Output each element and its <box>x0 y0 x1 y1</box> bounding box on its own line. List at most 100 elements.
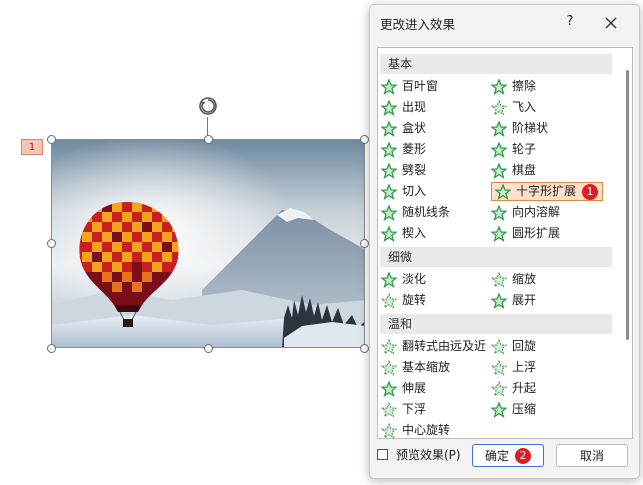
effect-item-label: 淡化 <box>402 272 427 286</box>
effect-item[interactable]: 展开 <box>491 291 536 310</box>
effect-item[interactable]: 出现 <box>381 98 426 117</box>
resize-handle-left[interactable] <box>47 239 56 248</box>
faded-star-effect-icon <box>491 271 507 288</box>
faded-star-effect-icon <box>491 338 507 355</box>
hot-air-balloon-photo[interactable] <box>51 139 365 348</box>
effect-list[interactable]: 基本百叶窗 擦除出现 飞入盒状 阶梯状菱形 轮子劈裂 棋盘切入 十字形扩展 1 随机线条 向内溶解… <box>377 47 633 439</box>
faded-star-effect-icon <box>491 380 507 397</box>
effect-item-label: 压缩 <box>512 402 537 416</box>
effect-item-label: 擦除 <box>512 79 537 93</box>
effect-item-label: 缩放 <box>512 272 537 286</box>
green-star-effect-icon <box>491 78 507 95</box>
green-star-effect-icon <box>491 141 507 158</box>
green-star-effect-icon <box>491 292 507 309</box>
list-scrollbar[interactable] <box>626 70 629 340</box>
effect-item-label: 展开 <box>512 293 537 307</box>
effect-item-label: 圆形扩展 <box>512 226 561 240</box>
effect-item-label: 菱形 <box>402 142 427 156</box>
effect-item-label: 飞入 <box>512 100 537 114</box>
effect-item[interactable]: 下浮 <box>381 400 426 419</box>
effect-item[interactable]: 翻转式由远及近 <box>381 337 486 356</box>
preview-effect-option[interactable]: 预览效果(P) <box>377 446 461 463</box>
effect-item[interactable]: 中心旋转 <box>381 421 450 438</box>
faded-star-effect-icon <box>381 401 397 418</box>
effect-item-label: 上浮 <box>512 360 537 374</box>
effect-item-label: 旋转 <box>402 293 427 307</box>
green-star-effect-icon <box>381 225 397 242</box>
resize-handle-bottom-right[interactable] <box>360 344 369 353</box>
effect-item-label: 随机线条 <box>402 205 451 219</box>
effect-item-label: 阶梯状 <box>512 121 549 135</box>
effect-item-label: 轮子 <box>512 142 537 156</box>
effect-item[interactable]: 楔入 <box>381 224 426 243</box>
green-star-effect-icon <box>381 204 397 221</box>
effect-item[interactable]: 切入 <box>381 182 426 201</box>
resize-handle-top-left[interactable] <box>47 135 56 144</box>
resize-handle-top[interactable] <box>204 135 213 144</box>
resize-handle-bottom-left[interactable] <box>47 344 56 353</box>
effect-item-label: 楔入 <box>402 226 427 240</box>
resize-handle-right[interactable] <box>360 239 369 248</box>
effect-item[interactable]: 菱形 <box>381 140 426 159</box>
section-header: 温和 <box>380 314 612 334</box>
effect-item[interactable]: 轮子 <box>491 140 536 159</box>
faded-star-effect-icon <box>491 359 507 376</box>
green-star-effect-icon <box>491 401 507 418</box>
effect-item-label: 棋盘 <box>512 163 537 177</box>
green-star-effect-icon <box>491 225 507 242</box>
green-star-effect-icon <box>381 120 397 137</box>
cancel-button[interactable]: 取消 <box>556 444 628 467</box>
effect-item[interactable]: 劈裂 <box>381 161 426 180</box>
effect-item-label: 向内溶解 <box>512 205 561 219</box>
dialog-title: 更改进入效果 <box>380 17 456 32</box>
slide-number-tag: 1 <box>21 139 43 155</box>
effect-item[interactable]: 伸展 <box>381 379 426 398</box>
resize-handle-top-right[interactable] <box>360 135 369 144</box>
effect-item-label: 升起 <box>512 381 537 395</box>
faded-star-effect-icon <box>381 292 397 309</box>
effect-item[interactable]: 百叶窗 <box>381 77 438 96</box>
effect-item[interactable]: 圆形扩展 <box>491 224 560 243</box>
effect-item[interactable]: 压缩 <box>491 400 536 419</box>
ok-button[interactable]: 确定 2 <box>472 444 544 467</box>
effect-item[interactable]: 缩放 <box>491 270 536 289</box>
step-badge-2: 2 <box>515 447 531 464</box>
close-icon[interactable] <box>599 11 623 35</box>
section-header: 基本 <box>380 54 612 74</box>
effect-item-selected[interactable]: 十字形扩展 1 <box>491 182 604 201</box>
step-badge-1: 1 <box>582 183 599 200</box>
effect-item-label: 切入 <box>402 184 427 198</box>
help-button[interactable]: ? <box>560 12 580 32</box>
effect-item[interactable]: 旋转 <box>381 291 426 310</box>
effect-item-label: 基本缩放 <box>402 360 451 374</box>
green-star-effect-icon <box>381 162 397 179</box>
effect-item-label: 回旋 <box>512 339 537 353</box>
effect-item[interactable]: 随机线条 <box>381 203 450 222</box>
effect-item-label: 下浮 <box>402 402 427 416</box>
effect-item[interactable]: 盒状 <box>381 119 426 138</box>
effect-item[interactable]: 淡化 <box>381 270 426 289</box>
effect-item-label: 百叶窗 <box>402 79 439 93</box>
effect-item-label: 十字形扩展 <box>516 184 577 198</box>
change-entrance-effect-dialog: 更改进入效果 ? 基本百叶窗 擦除出现 飞入盒状 阶梯状菱形 轮子劈裂 棋盘切入 十字形扩展… <box>369 4 640 479</box>
faded-star-effect-icon <box>381 422 397 438</box>
green-star-effect-icon <box>381 99 397 116</box>
effect-item[interactable]: 棋盘 <box>491 161 536 180</box>
effect-item[interactable]: 阶梯状 <box>491 119 548 138</box>
effect-item[interactable]: 升起 <box>491 379 536 398</box>
green-star-effect-icon <box>381 78 397 95</box>
effect-item[interactable]: 擦除 <box>491 77 536 96</box>
effect-item-label: 出现 <box>402 100 427 114</box>
ok-button-label: 确定 <box>484 449 509 463</box>
effect-item[interactable]: 回旋 <box>491 337 536 356</box>
resize-handle-bottom[interactable] <box>204 344 213 353</box>
effect-item-label: 劈裂 <box>402 163 427 177</box>
effect-item[interactable]: 上浮 <box>491 358 536 377</box>
green-star-effect-icon <box>381 141 397 158</box>
balloon-landscape-image <box>52 140 364 347</box>
preview-effect-checkbox[interactable] <box>377 449 388 460</box>
effect-item[interactable]: 向内溶解 <box>491 203 560 222</box>
rotate-handle-icon[interactable] <box>197 95 219 117</box>
effect-item[interactable]: 飞入 <box>491 98 536 117</box>
effect-item[interactable]: 基本缩放 <box>381 358 450 377</box>
